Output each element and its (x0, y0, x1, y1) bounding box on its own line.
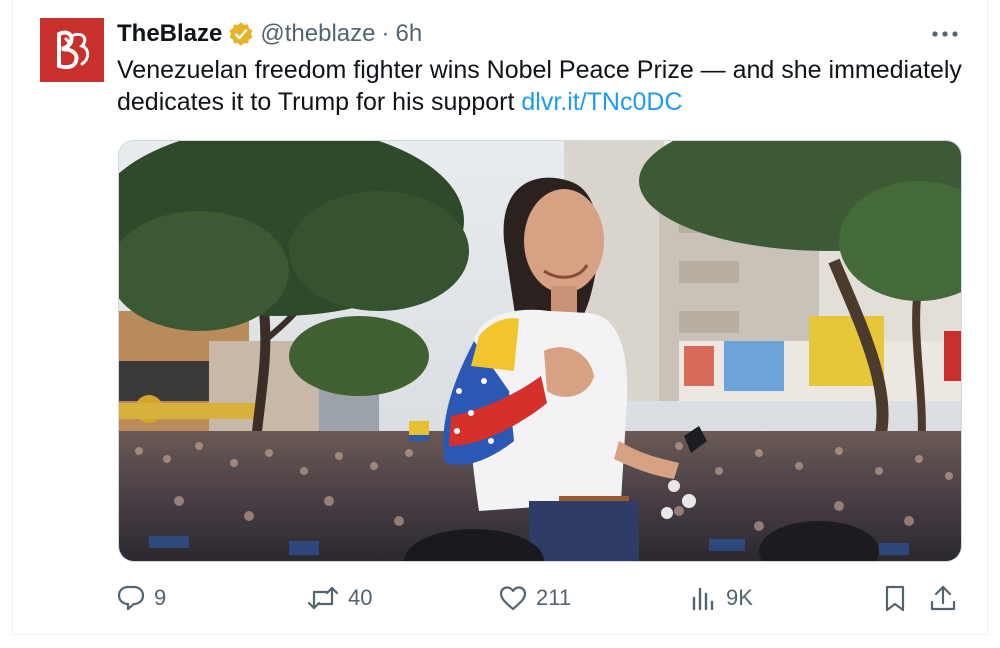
views-count: 9K (726, 585, 753, 610)
theblaze-logo-icon (40, 18, 104, 82)
bookmark-icon (885, 585, 905, 612)
handle[interactable]: @theblaze (260, 20, 375, 48)
tweet-photo[interactable] (118, 140, 962, 562)
share-button[interactable] (928, 578, 958, 618)
bookmark-button[interactable] (880, 578, 910, 618)
tweet-text: Venezuelan freedom fighter wins Nobel Pe… (117, 54, 977, 118)
tweet-link[interactable]: dlvr.it/TNc0DC (521, 88, 682, 116)
tweet-header: TheBlaze @theblaze · 6h (117, 18, 422, 50)
display-name[interactable]: TheBlaze (117, 20, 222, 48)
like-button[interactable]: 211 (498, 578, 571, 618)
verified-badge-icon (229, 22, 253, 46)
bar-chart-icon (692, 587, 714, 611)
reply-button[interactable]: 9 (116, 578, 166, 618)
repost-arrows-icon (307, 586, 339, 610)
tweet-actions: 9 40 211 9K (0, 578, 1000, 618)
repost-count: 40 (348, 585, 373, 610)
heart-icon (499, 586, 527, 611)
avatar[interactable] (40, 18, 104, 82)
share-upload-icon (930, 585, 956, 611)
separator-dot: · (381, 20, 390, 47)
timestamp[interactable]: 6h (395, 20, 422, 48)
views-button[interactable]: 9K (690, 578, 753, 618)
reply-count: 9 (154, 585, 167, 610)
repost-button[interactable]: 40 (306, 578, 372, 618)
more-options-button[interactable] (928, 20, 962, 48)
rally-photo-image (119, 141, 961, 561)
ellipsis-icon (932, 31, 958, 37)
like-count: 211 (536, 585, 572, 610)
speech-bubble-icon (117, 585, 145, 611)
